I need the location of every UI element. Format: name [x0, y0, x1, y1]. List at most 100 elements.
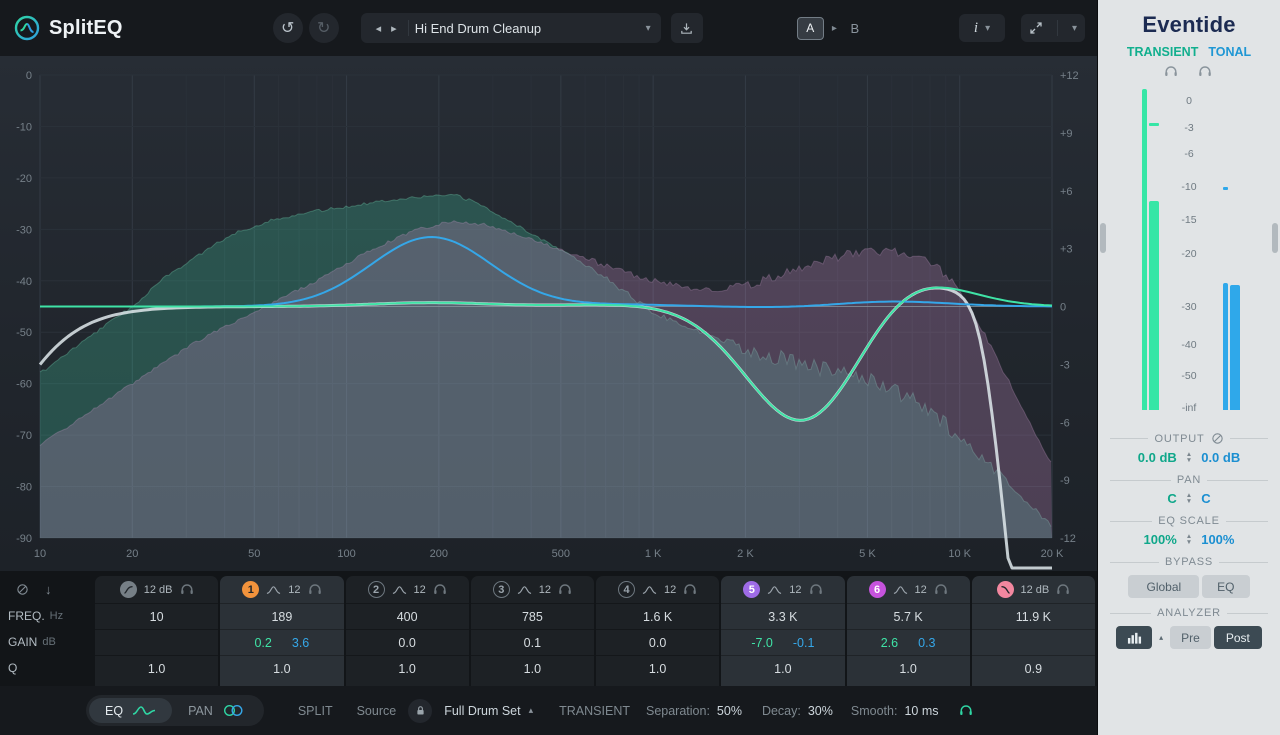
pan-stepper-icon[interactable]: ▲▼	[1186, 493, 1192, 504]
band-freq-value[interactable]: 1.6 K	[596, 603, 719, 629]
bell-filter-icon[interactable]	[392, 585, 407, 595]
tab-tonal[interactable]: TONAL	[1208, 45, 1251, 59]
band-q-value[interactable]: 1.0	[847, 655, 970, 681]
band-freq-value[interactable]: 11.9 K	[972, 603, 1095, 629]
source-value[interactable]: Full Drum Set	[444, 704, 520, 718]
band-lowpass[interactable]: 12 dB11.9 K0.9	[972, 576, 1095, 686]
bypass-global-button[interactable]: Global	[1128, 575, 1199, 598]
ab-a-button[interactable]: A	[797, 17, 824, 40]
headphone-icon[interactable]	[809, 583, 823, 596]
tab-transient[interactable]: TRANSIENT	[1127, 45, 1199, 59]
band-q-value[interactable]: 1.0	[596, 655, 719, 681]
output-transient-value[interactable]: 0.0 dB	[1138, 450, 1177, 465]
band-gain-value[interactable]: 2.60.3	[847, 629, 970, 655]
band-q-value[interactable]: 0.9	[972, 655, 1095, 681]
eq-graph[interactable]: 0-10-20-30-40-50-60-70-80-90+12+9+6+30-3…	[0, 56, 1097, 571]
preset-name[interactable]: Hi End Drum Cleanup	[415, 21, 646, 36]
band-freq-value[interactable]: 400	[346, 603, 469, 629]
output-tonal-value[interactable]: 0.0 dB	[1201, 450, 1240, 465]
bell-filter-icon[interactable]	[767, 585, 782, 595]
band-q-value[interactable]: 1.0	[220, 655, 343, 681]
ab-b-button[interactable]: B	[845, 21, 865, 36]
band-freq-value[interactable]: 10	[95, 603, 218, 629]
preset-next-button[interactable]: ▸	[386, 22, 402, 35]
eq-scale-transient-value[interactable]: 100%	[1144, 532, 1177, 547]
collapse-strip-icon[interactable]: ↓	[45, 582, 52, 597]
eq-scale-stepper-icon[interactable]: ▲▼	[1186, 534, 1192, 545]
band-3[interactable]: 3127850.11.0	[471, 576, 594, 686]
band-freq-value[interactable]: 785	[471, 603, 594, 629]
eq-display[interactable]: 0-10-20-30-40-50-60-70-80-90+12+9+6+30-3…	[0, 56, 1097, 571]
headphone-icon[interactable]	[308, 583, 322, 596]
band-q-value[interactable]: 1.0	[95, 655, 218, 681]
band-lowpass-icon[interactable]	[997, 581, 1014, 598]
band-highpass-icon[interactable]	[120, 581, 137, 598]
separation-value[interactable]: 50%	[717, 704, 742, 718]
smooth-value[interactable]: 10 ms	[904, 704, 938, 718]
headphone-icon[interactable]	[683, 583, 697, 596]
band-q-value[interactable]: 1.0	[346, 655, 469, 681]
bands-bypass-icon[interactable]	[16, 583, 29, 596]
undo-button[interactable]: ↺	[273, 13, 303, 43]
bell-filter-icon[interactable]	[642, 585, 657, 595]
band-number-badge[interactable]: 4	[618, 581, 635, 598]
band-number-badge[interactable]: 5	[743, 581, 760, 598]
redo-button[interactable]: ↻	[309, 13, 339, 43]
band-gain-value[interactable]: 0.23.6	[220, 629, 343, 655]
analyzer-pre-button[interactable]: Pre	[1170, 626, 1211, 649]
headphone-icon[interactable]	[934, 583, 948, 596]
band-freq-value[interactable]: 5.7 K	[847, 603, 970, 629]
pan-transient-value[interactable]: C	[1167, 491, 1176, 506]
output-bypass-icon[interactable]	[1211, 432, 1224, 445]
source-lock-button[interactable]	[408, 699, 432, 723]
band-highpass[interactable]: 12 dB101.0	[95, 576, 218, 686]
analyzer-post-button[interactable]: Post	[1214, 626, 1262, 649]
bell-filter-icon[interactable]	[266, 585, 281, 595]
headphone-icon[interactable]	[433, 583, 447, 596]
band-gain-value[interactable]: 0.0	[346, 629, 469, 655]
band-2[interactable]: 2124000.01.0	[346, 576, 469, 686]
output-stepper-icon[interactable]: ▲▼	[1186, 452, 1192, 463]
analyzer-display-button[interactable]	[1116, 626, 1152, 649]
meter-range-slider[interactable]	[1272, 223, 1278, 253]
meter-range-slider[interactable]	[1100, 223, 1106, 253]
analyzer-options-arrow-icon[interactable]: ▴	[1155, 633, 1167, 642]
source-select[interactable]: Full Drum Set ▴	[444, 704, 533, 718]
band-q-value[interactable]: 1.0	[721, 655, 844, 681]
band-number-badge[interactable]: 2	[368, 581, 385, 598]
headphone-icon[interactable]	[1164, 65, 1178, 78]
transient-audition-headphone-icon[interactable]	[959, 704, 973, 717]
decay-value[interactable]: 30%	[808, 704, 833, 718]
band-freq-value[interactable]: 189	[220, 603, 343, 629]
view-pan-button[interactable]: PAN	[172, 698, 261, 723]
headphone-icon[interactable]	[180, 583, 194, 596]
band-gain-value[interactable]	[95, 629, 218, 655]
band-5[interactable]: 5123.3 K-7.0-0.11.0	[721, 576, 844, 686]
band-4[interactable]: 4121.6 K0.01.0	[596, 576, 719, 686]
band-gain-value[interactable]: 0.0	[596, 629, 719, 655]
band-6[interactable]: 6125.7 K2.60.31.0	[847, 576, 970, 686]
ab-copy-arrow-icon[interactable]: ▸	[832, 23, 837, 34]
preset-selector[interactable]: ◂ ▸ Hi End Drum Cleanup ▾	[361, 13, 661, 43]
info-button[interactable]: i ▾	[959, 14, 1005, 42]
band-freq-value[interactable]: 3.3 K	[721, 603, 844, 629]
band-q-value[interactable]: 1.0	[471, 655, 594, 681]
headphone-icon[interactable]	[1198, 65, 1212, 78]
bell-filter-icon[interactable]	[893, 585, 908, 595]
pan-tonal-value[interactable]: C	[1201, 491, 1210, 506]
band-gain-value[interactable]: -7.0-0.1	[721, 629, 844, 655]
preset-prev-button[interactable]: ◂	[371, 22, 387, 35]
headphone-icon[interactable]	[1056, 583, 1070, 596]
view-eq-button[interactable]: EQ	[89, 698, 172, 723]
band-number-badge[interactable]: 6	[869, 581, 886, 598]
bypass-eq-button[interactable]: EQ	[1202, 575, 1249, 598]
band-number-badge[interactable]: 3	[493, 581, 510, 598]
bell-filter-icon[interactable]	[517, 585, 532, 595]
chevron-down-icon[interactable]: ▾	[646, 23, 651, 34]
preset-save-button[interactable]	[671, 13, 703, 43]
band-gain-value[interactable]	[972, 629, 1095, 655]
band-number-badge[interactable]: 1	[242, 581, 259, 598]
band-gain-value[interactable]: 0.1	[471, 629, 594, 655]
eq-scale-tonal-value[interactable]: 100%	[1201, 532, 1234, 547]
band-1[interactable]: 1121890.23.61.0	[220, 576, 343, 686]
